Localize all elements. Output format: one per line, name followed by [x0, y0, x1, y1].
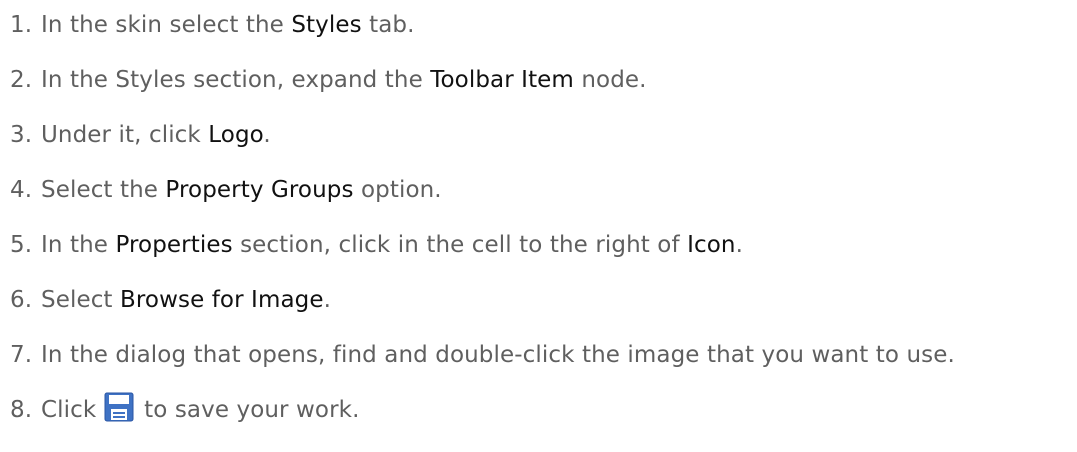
step-text: option.	[353, 177, 442, 203]
step-number: 7.	[10, 342, 33, 368]
ui-term-browse-for-image: Browse for Image	[119, 287, 324, 313]
step-text: to save your work.	[136, 397, 360, 423]
procedure-steps: 1. In the skin select the Styles tab. 2. I…	[10, 7, 1070, 447]
step-text: Under it, click	[41, 122, 209, 148]
ui-term-toolbar-item: Toolbar Item	[430, 67, 574, 93]
save-icon	[104, 392, 134, 422]
ui-term-property-groups: Property Groups	[165, 177, 354, 203]
ui-term-properties: Properties	[115, 232, 233, 258]
step-1: 1. In the skin select the Styles tab.	[10, 7, 1070, 62]
step-4: 4. Select the Property Groups option.	[10, 172, 1070, 227]
step-number: 5.	[10, 232, 33, 258]
step-3: 3. Under it, click Logo.	[10, 117, 1070, 172]
step-text: Select the	[41, 177, 166, 203]
step-number: 8.	[10, 397, 33, 423]
ui-term-logo: Logo	[208, 122, 264, 148]
step-2: 2. In the Styles section, expand the Tool…	[10, 62, 1070, 117]
step-text: Click	[41, 397, 104, 423]
step-8: 8. Click to save your work.	[10, 392, 1070, 447]
step-text: In the	[41, 232, 116, 258]
step-7: 7. In the dialog that opens, find and dou…	[10, 337, 1070, 392]
step-number: 6.	[10, 287, 33, 313]
step-text: In the skin select the	[41, 12, 292, 38]
step-6: 6. Select Browse for Image.	[10, 282, 1070, 337]
step-text: In the Styles section, expand the	[41, 67, 431, 93]
ui-term-icon: Icon	[687, 232, 736, 258]
step-number: 4.	[10, 177, 33, 203]
step-text: .	[735, 232, 743, 258]
step-text: node.	[573, 67, 647, 93]
step-text: .	[323, 287, 332, 313]
step-number: 2.	[10, 67, 33, 93]
step-number: 1.	[10, 12, 33, 38]
step-text: Select	[41, 287, 120, 313]
ui-term-styles: Styles	[291, 12, 362, 38]
step-5: 5. In the Properties section, click in th…	[10, 227, 1070, 282]
step-text: section, click in the cell to the right …	[232, 232, 688, 258]
step-text: In the dialog that opens, find and doubl…	[41, 342, 955, 368]
step-number: 3.	[10, 122, 33, 148]
step-text: .	[263, 122, 271, 148]
step-text: tab.	[361, 12, 415, 38]
